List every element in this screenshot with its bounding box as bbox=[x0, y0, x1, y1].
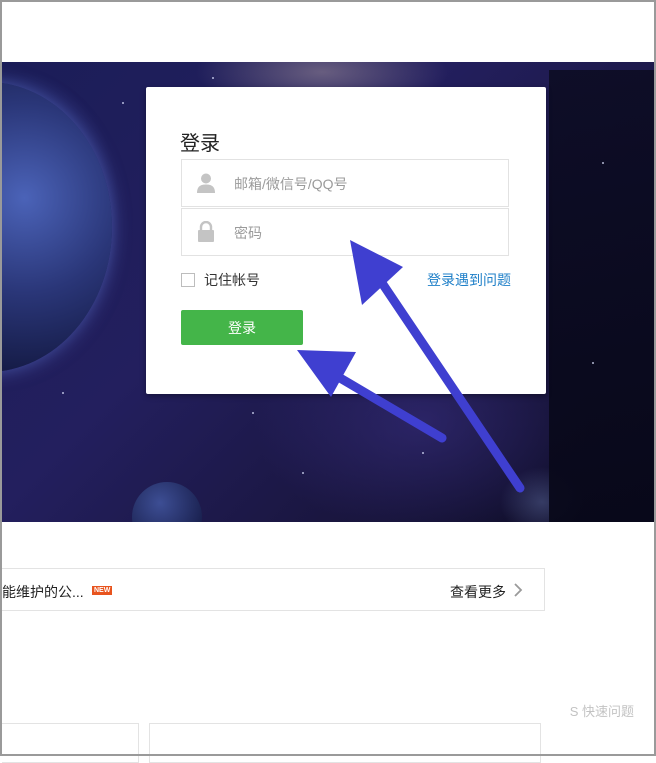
star bbox=[602, 162, 604, 164]
chevron-right-icon[interactable] bbox=[512, 581, 524, 599]
password-input[interactable] bbox=[232, 209, 496, 257]
star bbox=[212, 77, 214, 79]
login-button[interactable]: 登录 bbox=[181, 310, 303, 345]
content-card bbox=[2, 723, 139, 763]
star bbox=[122, 102, 124, 104]
login-title: 登录 bbox=[180, 133, 220, 155]
new-badge: NEW bbox=[92, 586, 113, 595]
password-field[interactable] bbox=[181, 208, 509, 257]
lock-icon bbox=[198, 221, 214, 242]
star bbox=[592, 362, 594, 364]
remember-account[interactable]: 记住帐号 bbox=[181, 270, 260, 290]
remember-label: 记住帐号 bbox=[204, 272, 260, 288]
view-more-link[interactable]: 查看更多 bbox=[450, 582, 506, 602]
content-card bbox=[149, 723, 541, 763]
banner-side-panel bbox=[549, 70, 654, 522]
notice-bar: 能维护的公... NEW 查看更多 bbox=[2, 568, 545, 611]
star bbox=[62, 392, 64, 394]
star bbox=[422, 452, 424, 454]
watermark: S 快速问题 bbox=[569, 704, 634, 719]
small-planet-image bbox=[132, 482, 202, 522]
user-icon bbox=[197, 173, 215, 193]
login-card: 登录 记住帐号 登录遇到问题 登录 bbox=[146, 87, 546, 394]
planet-image bbox=[2, 82, 112, 372]
notice-text[interactable]: 能维护的公... bbox=[2, 582, 84, 602]
login-help-link[interactable]: 登录遇到问题 bbox=[427, 270, 511, 290]
username-input[interactable] bbox=[232, 160, 496, 208]
username-field[interactable] bbox=[181, 159, 509, 208]
star bbox=[302, 472, 304, 474]
star bbox=[252, 412, 254, 414]
remember-checkbox[interactable] bbox=[181, 273, 195, 287]
